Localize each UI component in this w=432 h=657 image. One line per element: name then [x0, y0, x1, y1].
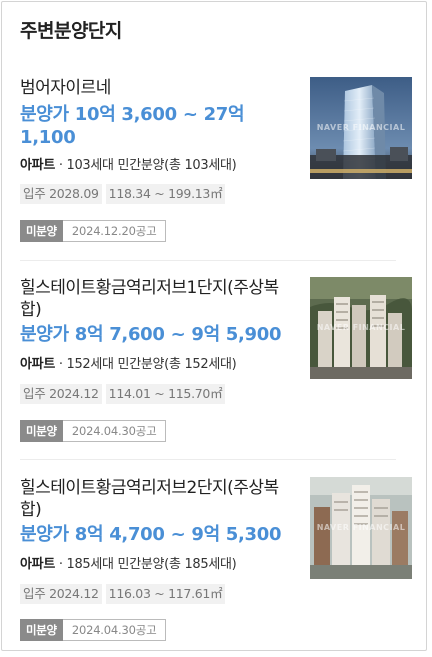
section-title: 주변분양단지: [20, 20, 122, 42]
watermark: NAVER FINANCIAL: [316, 523, 406, 532]
listing-item[interactable]: 힐스테이트황금역리저브2단지(주상복합) 분양가 8억 4,700 ~ 9억 5…: [20, 477, 412, 657]
listing-thumbnail[interactable]: NAVER FINANCIAL: [310, 477, 412, 579]
listing-description: 아파트 · 185세대 민간분양(총 185세대): [20, 553, 237, 572]
divider: [20, 260, 396, 261]
listing-thumbnail[interactable]: NAVER FINANCIAL: [310, 277, 412, 379]
status-badge: 미분양: [20, 420, 63, 442]
move-in-tag: 입주 2024.12: [20, 584, 102, 604]
listing-type: 아파트: [20, 357, 55, 372]
listing-detail: · 185세대 민간분양(총 185세대): [54, 557, 237, 572]
status-badge: 미분양: [20, 619, 63, 641]
listing-price: 분양가 10억 3,600 ~ 27억 1,100: [20, 104, 245, 148]
notice-date-badge: 2024.12.20공고: [62, 220, 167, 242]
status-badge-row: 미분양 2024.04.30공고: [20, 619, 167, 641]
listing-detail: · 152세대 민간분양(총 152세대): [54, 357, 237, 372]
status-badge: 미분양: [20, 220, 63, 242]
status-badge-row: 미분양 2024.12.20공고: [20, 220, 167, 242]
watermark: NAVER FINANCIAL: [316, 323, 406, 332]
status-badge-row: 미분양 2024.04.30공고: [20, 420, 167, 442]
divider: [20, 459, 396, 460]
listing-description: 아파트 · 103세대 민간분양(총 103세대): [20, 154, 237, 173]
listing-tags: 입주 2028.09 118.34 ~ 199.13㎡: [20, 184, 226, 204]
area-tag: 116.03 ~ 117.61㎡: [105, 584, 226, 604]
listing-type: 아파트: [20, 557, 55, 572]
listing-thumbnail[interactable]: NAVER FINANCIAL: [310, 77, 412, 179]
area-tag: 114.01 ~ 115.70㎡: [105, 384, 226, 404]
listing-item[interactable]: 힐스테이트황금역리저브1단지(주상복합) 분양가 8억 7,600 ~ 9억 5…: [20, 277, 412, 457]
listing-price: 분양가 8억 7,600 ~ 9억 5,900: [20, 324, 282, 345]
listing-item[interactable]: 범어자이르네 분양가 10억 3,600 ~ 27억 1,100 아파트 · 1…: [20, 77, 412, 257]
move-in-tag: 입주 2028.09: [20, 184, 102, 204]
listing-detail: · 103세대 민간분양(총 103세대): [54, 158, 237, 173]
nearby-presale-panel: 주변분양단지 범어자이르네 분양가 10억 3,600 ~ 27억 1,100 …: [1, 1, 427, 651]
move-in-tag: 입주 2024.12: [20, 384, 102, 404]
listing-price: 분양가 8억 4,700 ~ 9억 5,300: [20, 524, 282, 545]
listing-tags: 입주 2024.12 116.03 ~ 117.61㎡: [20, 584, 226, 604]
listing-name[interactable]: 힐스테이트황금역리저브2단지(주상복합): [20, 477, 290, 521]
notice-date-badge: 2024.04.30공고: [62, 619, 167, 641]
listing-name[interactable]: 범어자이르네: [20, 77, 290, 99]
listing-tags: 입주 2024.12 114.01 ~ 115.70㎡: [20, 384, 226, 404]
listing-type: 아파트: [20, 158, 55, 173]
listing-name[interactable]: 힐스테이트황금역리저브1단지(주상복합): [20, 277, 290, 321]
listing-description: 아파트 · 152세대 민간분양(총 152세대): [20, 353, 237, 372]
area-tag: 118.34 ~ 199.13㎡: [105, 184, 226, 204]
watermark: NAVER FINANCIAL: [316, 123, 406, 132]
notice-date-badge: 2024.04.30공고: [62, 420, 167, 442]
